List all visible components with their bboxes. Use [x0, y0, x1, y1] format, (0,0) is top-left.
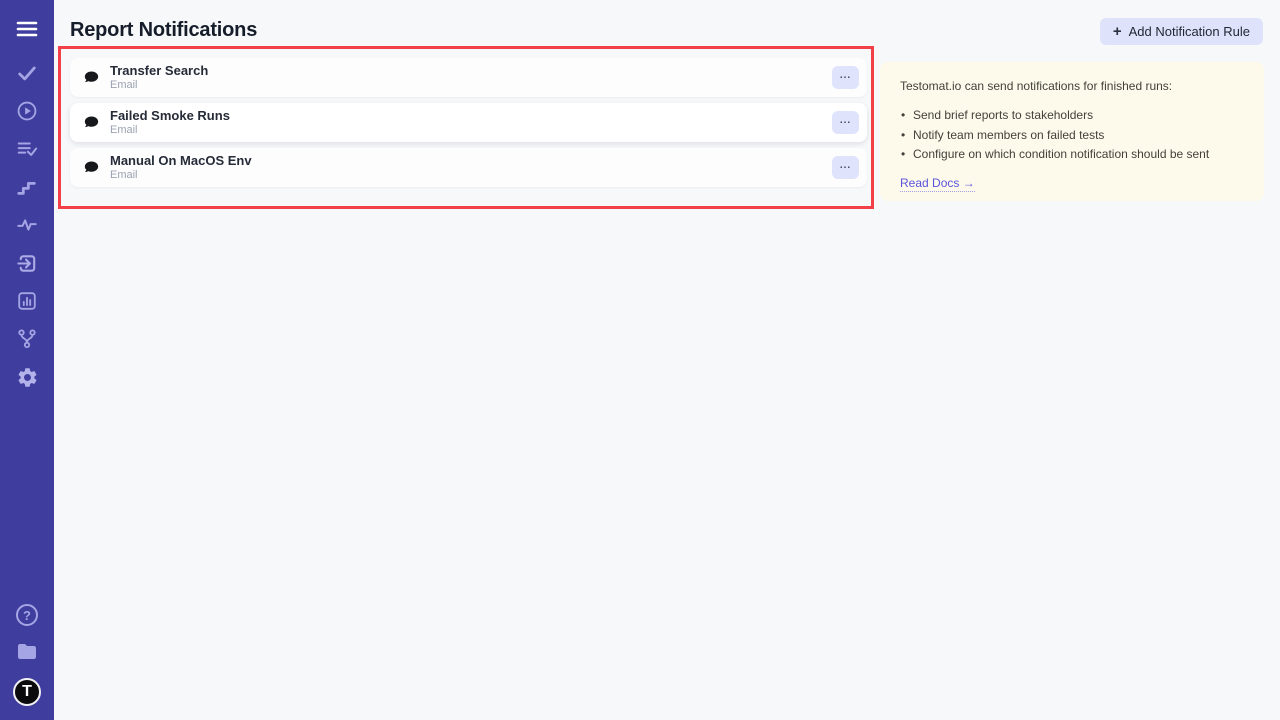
rule-text: Failed Smoke Runs Email	[110, 108, 230, 137]
sidebar: ? T	[0, 0, 54, 720]
read-docs-label: Read Docs	[900, 176, 959, 190]
sidebar-footer: ? T	[0, 604, 54, 706]
rule-channel: Email	[110, 169, 252, 182]
rule-name: Transfer Search	[110, 63, 208, 78]
runs-play-circle-icon[interactable]	[15, 99, 39, 123]
app-window: ? T Report Notifications + Add Notificat…	[0, 0, 1280, 720]
info-bullet: Notify team members on failed tests	[900, 126, 1244, 146]
info-panel: Testomat.io can send notifications for f…	[880, 62, 1264, 201]
test-plans-list-check-icon[interactable]	[15, 137, 39, 161]
info-bullet: Send brief reports to stakeholders	[900, 106, 1244, 126]
arrow-right-icon: →	[963, 176, 975, 190]
info-panel-intro: Testomat.io can send notifications for f…	[900, 79, 1244, 93]
rule-menu-button[interactable]: ...	[832, 111, 859, 134]
rule-text: Transfer Search Email	[110, 63, 208, 92]
rule-menu-button[interactable]: ...	[832, 156, 859, 179]
testomat-logo[interactable]: T	[13, 678, 41, 706]
chat-bubble-icon	[83, 159, 100, 176]
rule-name: Manual On MacOS Env	[110, 153, 252, 168]
settings-gear-icon[interactable]	[15, 365, 39, 389]
plus-icon: +	[1113, 24, 1122, 39]
hamburger-menu-icon[interactable]	[15, 17, 39, 41]
git-branch-icon[interactable]	[15, 327, 39, 351]
sidebar-nav	[15, 0, 39, 389]
notification-rule-row[interactable]: Failed Smoke Runs Email ...	[70, 103, 867, 142]
chat-bubble-icon	[83, 114, 100, 131]
chat-bubble-icon	[83, 69, 100, 86]
help-icon[interactable]: ?	[16, 604, 38, 626]
add-notification-rule-button[interactable]: + Add Notification Rule	[1100, 18, 1263, 45]
notification-rules-list: Transfer Search Email ... Failed Smoke R…	[70, 58, 867, 193]
notification-rule-row[interactable]: Transfer Search Email ...	[70, 58, 867, 97]
read-docs-link[interactable]: Read Docs →	[900, 176, 975, 192]
add-notification-rule-label: Add Notification Rule	[1129, 24, 1250, 39]
rule-channel: Email	[110, 79, 208, 92]
import-icon[interactable]	[15, 251, 39, 275]
milestones-stairs-icon[interactable]	[15, 175, 39, 199]
page-title: Report Notifications	[70, 19, 257, 42]
tests-check-icon[interactable]	[15, 61, 39, 85]
notification-rule-row[interactable]: Manual On MacOS Env Email ...	[70, 148, 867, 187]
rule-text: Manual On MacOS Env Email	[110, 153, 252, 182]
pulse-activity-icon[interactable]	[15, 213, 39, 237]
analytics-bar-chart-icon[interactable]	[15, 289, 39, 313]
rule-channel: Email	[110, 124, 230, 137]
info-bullet: Configure on which condition notificatio…	[900, 145, 1244, 165]
projects-folder-icon[interactable]	[15, 640, 39, 664]
info-panel-bullets: Send brief reports to stakeholdersNotify…	[900, 106, 1244, 165]
rule-name: Failed Smoke Runs	[110, 108, 230, 123]
rule-menu-button[interactable]: ...	[832, 66, 859, 89]
